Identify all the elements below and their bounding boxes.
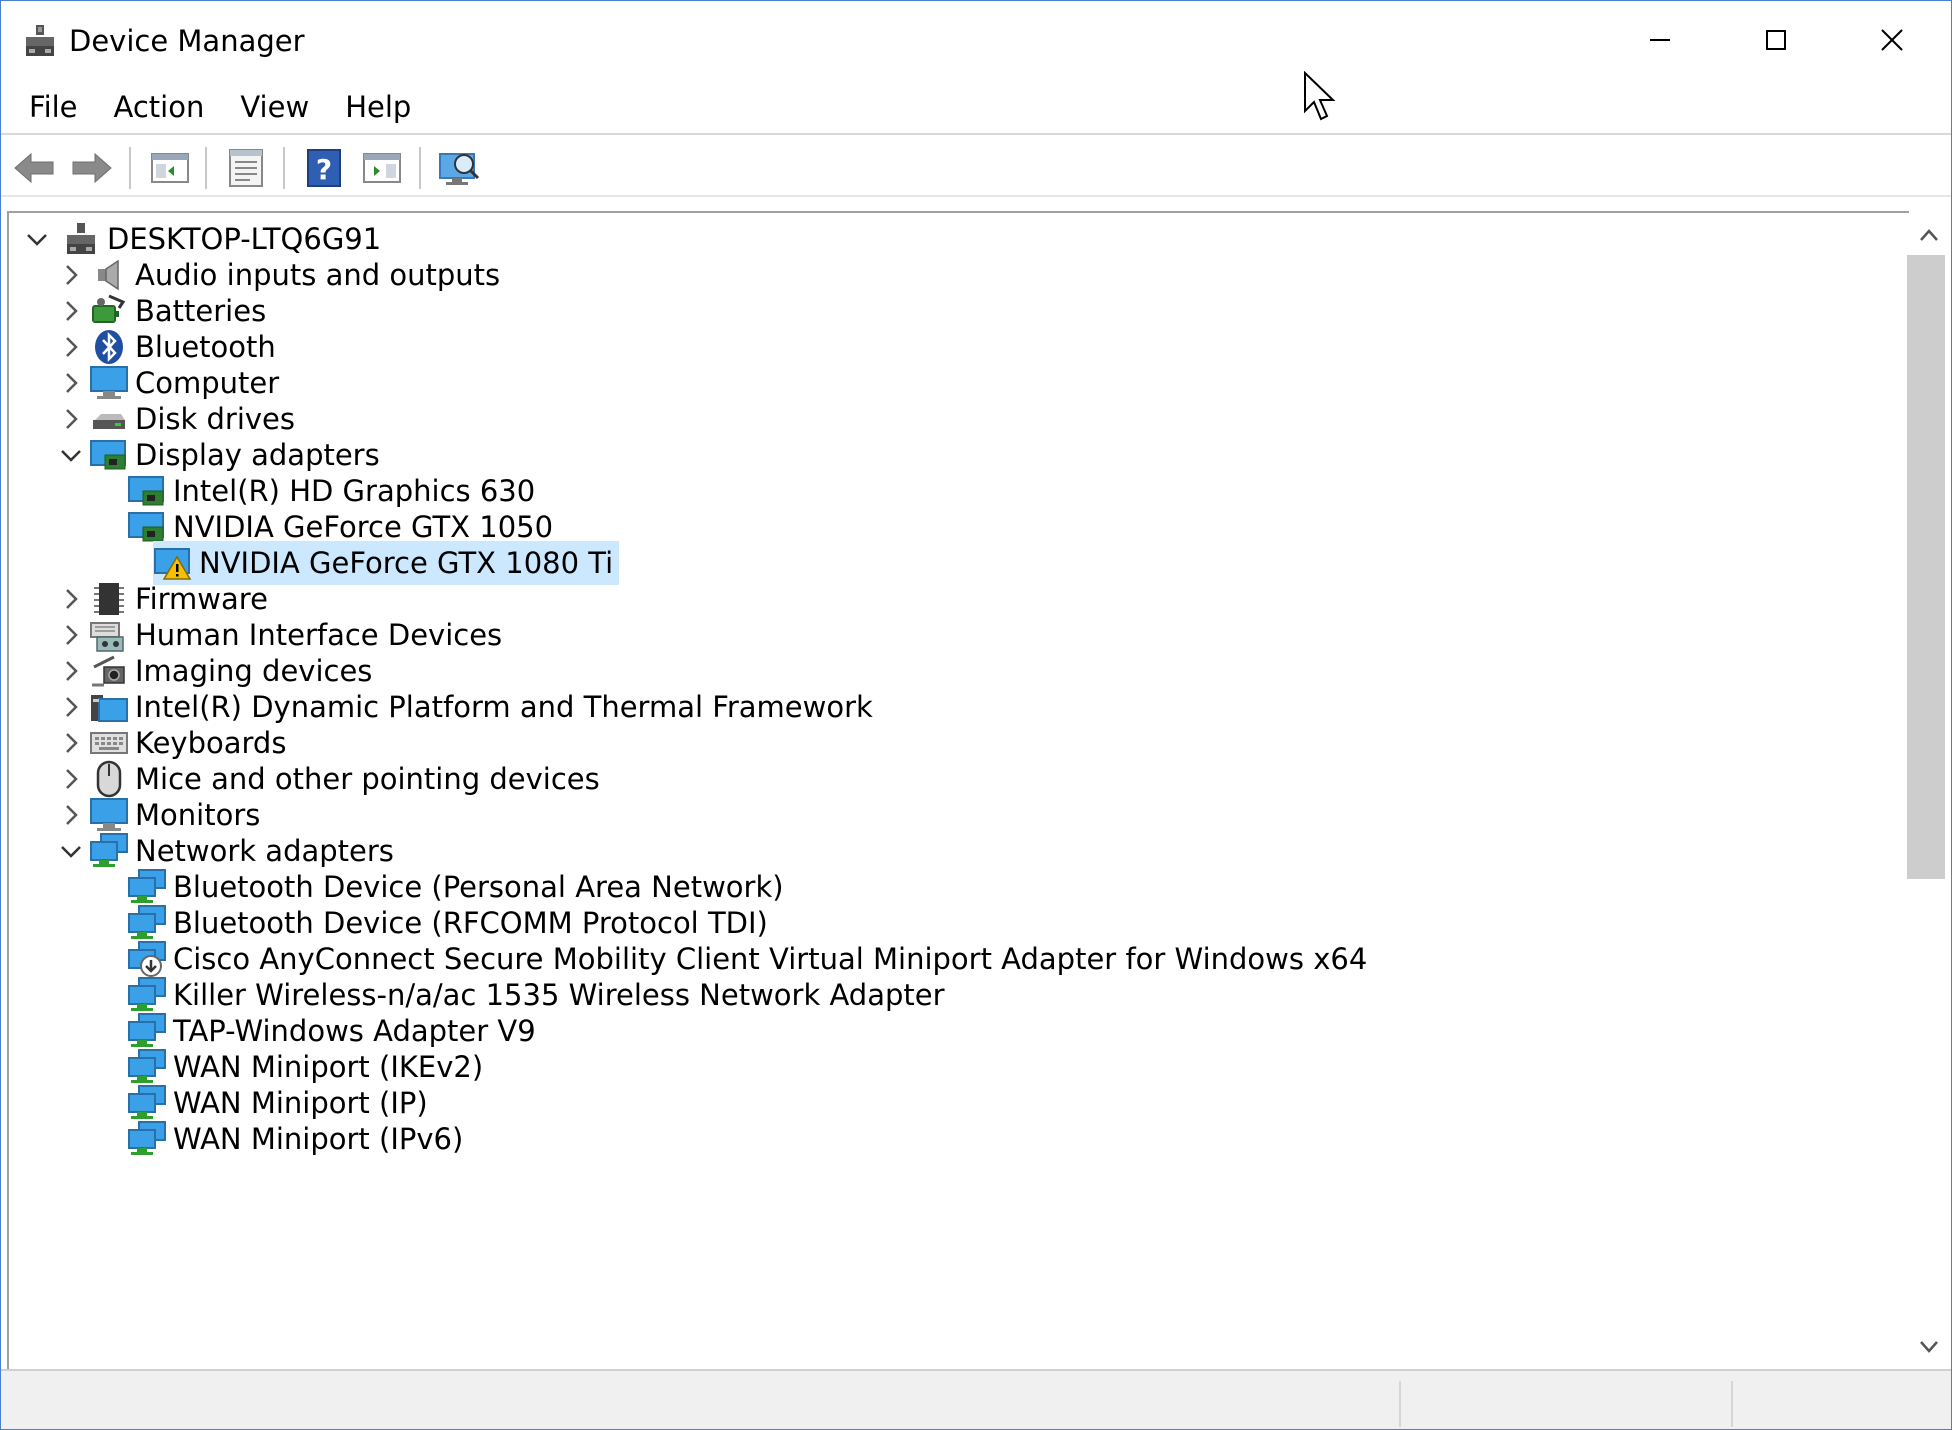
svg-text:?: ? (316, 153, 332, 186)
scan-hardware-icon (439, 153, 480, 185)
minimize-icon (1650, 39, 1670, 41)
properties-icon (229, 149, 263, 187)
scroll-up-button[interactable] (1907, 215, 1951, 255)
toolbar-separator (205, 147, 207, 189)
menu-file[interactable]: File (11, 84, 96, 130)
toolbar: ? (1, 137, 1951, 197)
close-icon (1881, 29, 1903, 51)
window-title: Device Manager (69, 24, 305, 58)
wan-ipv6-node-content[interactable]: WAN Miniport (IPv6) (127, 1117, 469, 1161)
show-hide-console-tree-icon (151, 153, 189, 183)
chevron-down-icon[interactable] (59, 839, 83, 863)
status-bar (1, 1369, 1951, 1429)
back-icon (14, 152, 54, 184)
menu-help[interactable]: Help (327, 84, 429, 130)
device-manager-app-icon (26, 25, 54, 56)
chevron-right-icon[interactable] (59, 299, 83, 323)
title-bar[interactable]: Device Manager (1, 1, 1951, 79)
chevron-down-icon[interactable] (59, 443, 83, 467)
chevron-right-icon[interactable] (59, 371, 83, 395)
properties-button[interactable] (223, 145, 269, 191)
toolbar-separator (283, 147, 285, 189)
chevron-right-icon[interactable] (59, 587, 83, 611)
toolbar-separator (129, 147, 131, 189)
minimize-button[interactable] (1602, 7, 1718, 73)
chevron-right-icon[interactable] (59, 695, 83, 719)
chevron-up-icon (1920, 229, 1938, 241)
device-tree: DESKTOP-LTQ6G91 Audio inputs and outputs… (7, 211, 1909, 1371)
close-button[interactable] (1834, 7, 1950, 73)
menu-action[interactable]: Action (96, 84, 223, 130)
scan-hardware-changes-button[interactable] (437, 145, 483, 191)
chevron-down-icon (1920, 1341, 1938, 1353)
status-bar-divider (1399, 1381, 1401, 1427)
menu-view[interactable]: View (222, 84, 327, 130)
scroll-thumb[interactable] (1907, 255, 1945, 879)
show-action-pane-icon (363, 153, 401, 183)
show-action-pane-button[interactable] (359, 145, 405, 191)
chevron-right-icon[interactable] (59, 623, 83, 647)
menu-bar: File Action View Help (1, 81, 1951, 133)
chevron-right-icon[interactable] (59, 263, 83, 287)
scroll-down-button[interactable] (1907, 1327, 1951, 1367)
back-button[interactable] (11, 145, 57, 191)
network-adapter-icon (127, 1119, 167, 1159)
maximize-icon (1766, 30, 1786, 50)
chevron-right-icon[interactable] (59, 731, 83, 755)
chevron-right-icon[interactable] (59, 407, 83, 431)
maximize-button[interactable] (1718, 7, 1834, 73)
mouse-cursor-icon (1304, 71, 1336, 121)
help-button[interactable]: ? (301, 145, 347, 191)
chevron-right-icon[interactable] (59, 767, 83, 791)
toolbar-divider (1, 195, 1951, 197)
menu-divider (1, 133, 1951, 135)
forward-button[interactable] (69, 145, 115, 191)
help-icon: ? (307, 149, 341, 187)
status-bar-divider (1731, 1381, 1733, 1427)
chevron-down-icon[interactable] (25, 227, 49, 251)
chevron-right-icon[interactable] (59, 335, 83, 359)
forward-icon (72, 152, 112, 184)
chevron-right-icon[interactable] (59, 803, 83, 827)
device-manager-window: Device Manager File Action View Help ? D… (0, 0, 1952, 1430)
show-hide-console-tree-button[interactable] (147, 145, 193, 191)
toolbar-separator (419, 147, 421, 189)
chevron-right-icon[interactable] (59, 659, 83, 683)
tree-node-wan-ipv6: WAN Miniport (IPv6) (9, 1117, 1909, 1161)
wan-ipv6-label: WAN Miniport (IPv6) (173, 1122, 464, 1156)
